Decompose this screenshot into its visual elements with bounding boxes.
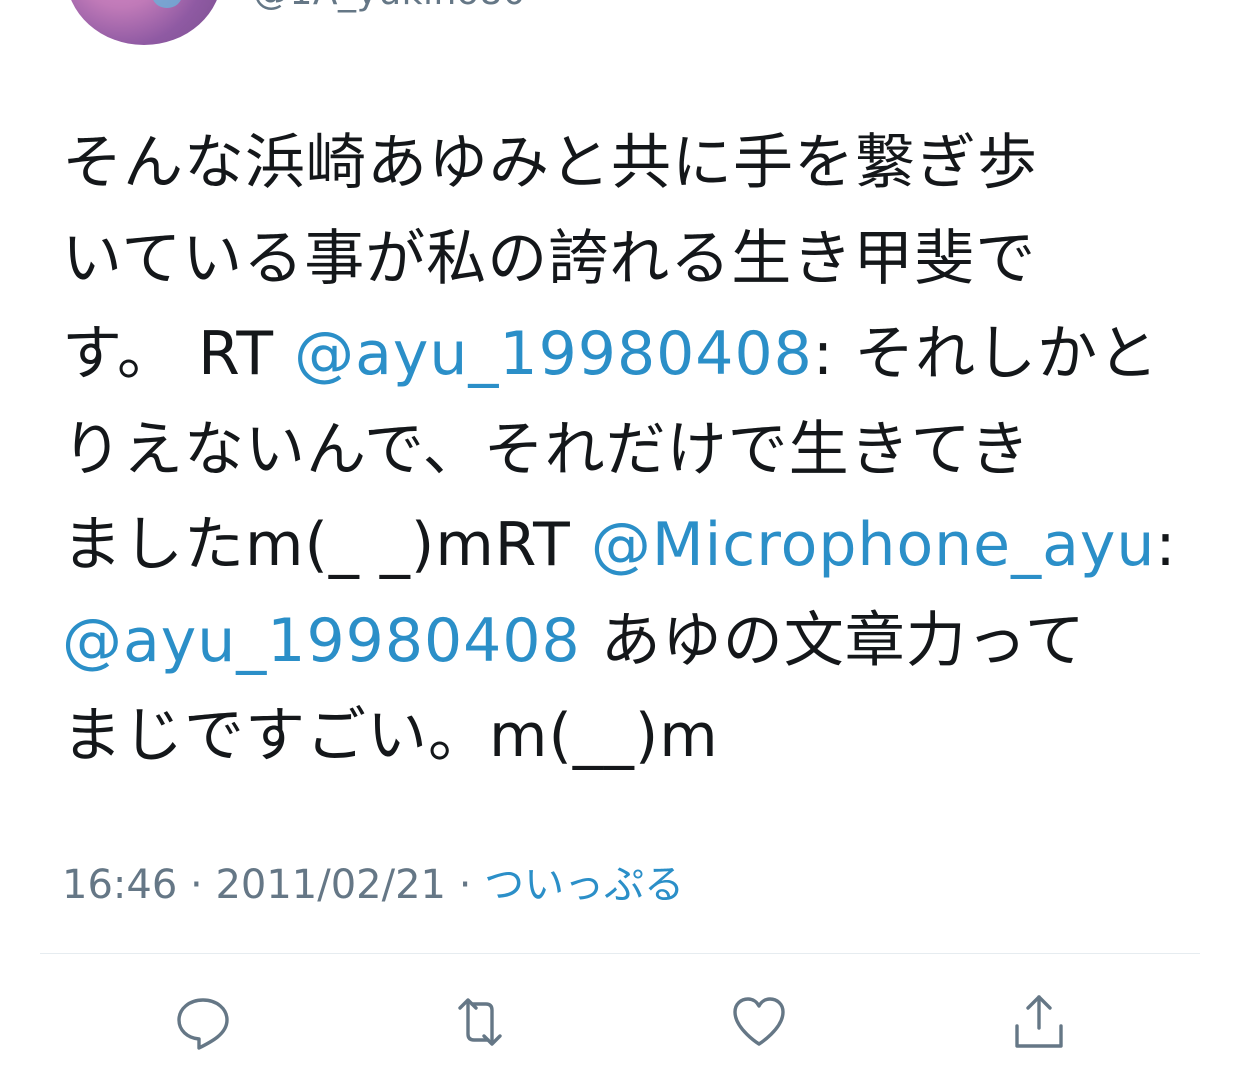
retweet-icon (458, 998, 502, 1046)
tweet-text-line: そんな浜崎あゆみと共に手を繋ぎ歩 (62, 116, 1192, 212)
action-bar (0, 990, 1242, 1054)
tweet-text-line: いている事が私の誇れる生き甲斐で (62, 212, 1192, 308)
heart-icon (733, 997, 785, 1046)
divider (40, 953, 1200, 954)
tweet-time: 16:46 (62, 862, 178, 908)
tweet-text-line: @ayu_19980408 あゆの文章力って (62, 594, 1192, 690)
tweet-text-line: まじですごい。m(__)m (62, 689, 1192, 785)
mention-link[interactable]: @ayu_19980408 (294, 319, 813, 389)
share-button[interactable] (1007, 990, 1071, 1054)
meta-separator: · (445, 862, 485, 908)
tweet-text-segment: す。 RT (62, 319, 295, 389)
tweet-date: 2011/02/21 (215, 862, 446, 908)
tweet-source-link[interactable]: ついっぷる (484, 862, 684, 908)
tweet-text-line: す。 RT @ayu_19980408: それしかと (62, 307, 1192, 403)
tweet-text-segment: いている事が私の誇れる生き甲斐で (62, 223, 1037, 294)
tweet-meta: 16:46 · 2011/02/21 · ついっぷる (62, 852, 684, 910)
tweet-text-segment: りえないんで、それだけで生きてき (62, 414, 1031, 485)
meta-separator: · (177, 862, 216, 908)
tweet-text-line: ましたm(_ _)mRT @Microphone_ayu: (62, 498, 1192, 594)
mention-link[interactable]: @Microphone_ayu (591, 510, 1156, 580)
retweet-button[interactable] (448, 990, 512, 1054)
share-icon (1015, 995, 1063, 1048)
tweet-text-segment: あゆの文章力って (580, 605, 1086, 676)
tweet-text-segment: そんな浜崎あゆみと共に手を繋ぎ歩 (62, 128, 1038, 198)
reply-button[interactable] (171, 990, 235, 1054)
tweet-text-segment: : (1155, 510, 1177, 580)
tweet-text-segment: : それしかと (812, 319, 1160, 389)
mention-link[interactable]: @ayu_19980408 (62, 606, 581, 676)
avatar[interactable] (66, 0, 222, 45)
tweet-text-line: りえないんで、それだけで生きてき (62, 403, 1192, 499)
tweet-text: そんな浜崎あゆみと共に手を繋ぎ歩 いている事が私の誇れる生き甲斐で す。 RT @a… (62, 116, 1192, 785)
reply-icon (177, 998, 229, 1050)
tweet-text-segment: ましたm(_ _)mRT (62, 510, 591, 580)
user-handle[interactable]: @1A_yukino80 (253, 0, 526, 13)
tweet-text-segment: まじですごい。m(__)m (62, 701, 719, 771)
like-button[interactable] (727, 990, 791, 1054)
